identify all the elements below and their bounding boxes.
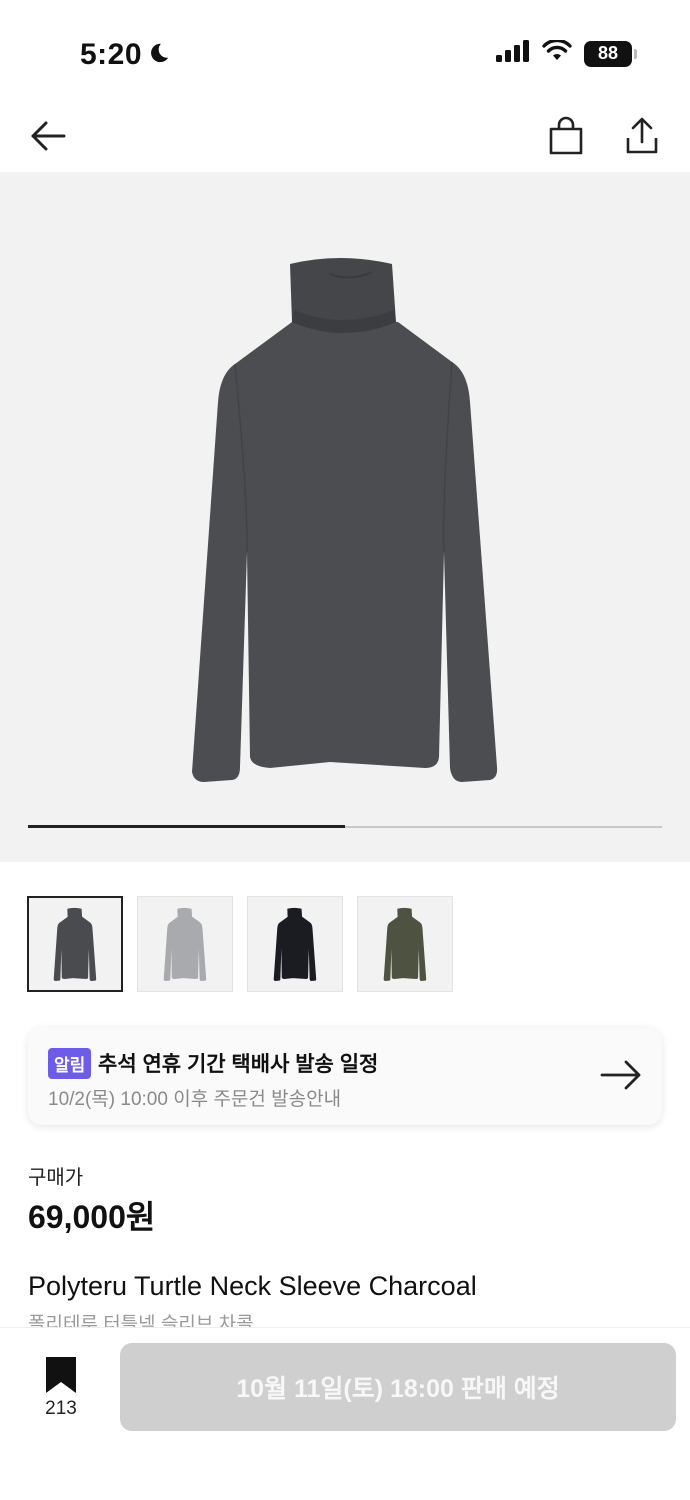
status-time: 5:20 — [80, 38, 170, 72]
bottom-action-bar: 213 10월 11일(토) 18:00 판매 예정 — [0, 1327, 690, 1500]
price-label: 구매가 — [28, 1167, 84, 1189]
share-button[interactable] — [618, 112, 666, 160]
thumbnail-charcoal[interactable] — [27, 896, 123, 992]
status-bar: 5:20 88 — [0, 0, 690, 100]
carousel-progress-fill — [28, 825, 345, 828]
price-value: 69,000원 — [28, 1199, 156, 1235]
sale-scheduled-button[interactable]: 10월 11일(토) 18:00 판매 예정 — [120, 1343, 676, 1431]
thumbnail-black[interactable] — [247, 896, 343, 992]
carousel-progress — [28, 825, 662, 828]
product-name-en: Polyteru Turtle Neck Sleeve Charcoal — [28, 1271, 477, 1301]
arrow-right-icon — [600, 1060, 641, 1090]
status-indicators: 88 — [496, 38, 637, 67]
thumbnail-olive[interactable] — [357, 896, 453, 992]
bookmark-button[interactable]: 213 — [38, 1356, 84, 1420]
top-nav — [0, 100, 690, 172]
product-image-carousel[interactable] — [0, 172, 690, 862]
color-thumbnails — [27, 896, 453, 992]
thumbnail-image — [383, 907, 427, 981]
time-text: 5:20 — [80, 38, 143, 71]
notice-card[interactable]: 알림 추석 연휴 기간 택배사 발송 일정 10/2(목) 10:00 이후 주… — [28, 1027, 662, 1125]
thumbnail-light-gray[interactable] — [137, 896, 233, 992]
arrow-left-icon — [31, 121, 66, 151]
notice-badge: 알림 — [48, 1048, 92, 1079]
share-icon — [626, 117, 658, 154]
product-image — [192, 258, 498, 782]
moon-icon — [148, 38, 170, 72]
notice-title: 추석 연휴 기간 택배사 발송 일정 — [98, 1053, 379, 1076]
cart-button[interactable] — [542, 112, 590, 160]
thumbnail-image — [53, 907, 97, 981]
wifi-icon — [542, 38, 572, 67]
bookmark-count: 213 — [45, 1398, 77, 1419]
signal-icon — [496, 40, 530, 67]
shopping-bag-icon — [549, 116, 583, 155]
thumbnail-image — [163, 907, 207, 981]
notice-subtitle: 10/2(목) 10:00 이후 주문건 발송안내 — [48, 1089, 342, 1110]
thumbnail-image — [273, 907, 317, 981]
bookmark-icon — [46, 1357, 76, 1393]
back-button[interactable] — [24, 112, 72, 160]
battery-indicator: 88 — [584, 40, 637, 67]
